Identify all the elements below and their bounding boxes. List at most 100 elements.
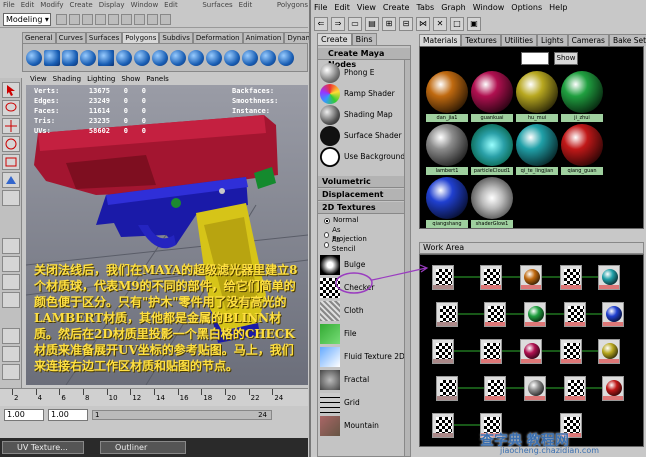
- layout-dopesheet-icon[interactable]: [2, 364, 20, 380]
- graph-io-icon[interactable]: ⋈: [416, 16, 430, 31]
- poly-append-icon[interactable]: [242, 49, 258, 66]
- poly-combine-icon[interactable]: [134, 49, 150, 66]
- poly-sphere-icon[interactable]: [26, 49, 42, 66]
- layout-graph-icon[interactable]: [2, 346, 20, 362]
- range-bar[interactable]: 1 24: [92, 410, 272, 420]
- create-tab-bins[interactable]: Bins: [351, 33, 377, 45]
- hs-menu-file[interactable]: File: [314, 3, 327, 13]
- graph-node[interactable]: [560, 265, 582, 290]
- mat-tab-cameras[interactable]: Cameras: [567, 34, 609, 46]
- hs-menu-create[interactable]: Create: [383, 3, 410, 13]
- radio-button[interactable]: [324, 217, 330, 224]
- poly-bevel-icon[interactable]: [224, 49, 240, 66]
- snap-grid-icon[interactable]: [95, 14, 106, 25]
- frame-selected-icon[interactable]: ▣: [467, 16, 481, 31]
- mat-tab-textures[interactable]: Textures: [461, 34, 501, 46]
- graph-node[interactable]: [480, 339, 502, 364]
- mat-tab-lights[interactable]: Lights: [537, 34, 568, 46]
- graph-output-icon[interactable]: ⊟: [399, 16, 413, 31]
- graph-node[interactable]: [484, 302, 506, 327]
- node-ramp-shader[interactable]: Ramp Shader: [320, 83, 410, 104]
- graph-node[interactable]: [480, 265, 502, 290]
- render-icon[interactable]: [134, 14, 145, 25]
- hs-menu-help[interactable]: Help: [549, 3, 567, 13]
- snap-point-icon[interactable]: [121, 14, 132, 25]
- taskbar-outliner[interactable]: Outliner: [100, 441, 186, 454]
- render-globals-icon[interactable]: [160, 14, 171, 25]
- shelf-tab-curves[interactable]: Curves: [55, 32, 86, 43]
- manipulator-tool-icon[interactable]: [2, 172, 20, 188]
- menu-create[interactable]: Create: [69, 0, 92, 11]
- graph-node[interactable]: [520, 265, 542, 290]
- range-inner-start-field[interactable]: 1.00: [48, 409, 88, 421]
- layout-single-icon[interactable]: [2, 238, 20, 254]
- texture-file[interactable]: File: [320, 323, 410, 344]
- poly-cone-icon[interactable]: [80, 49, 96, 66]
- radio-button[interactable]: [324, 242, 329, 248]
- graph-node[interactable]: [564, 376, 586, 401]
- select-object-icon[interactable]: [69, 14, 80, 25]
- select-hierarchy-icon[interactable]: [56, 14, 67, 25]
- material-swatch-hu-mui[interactable]: [516, 71, 558, 113]
- work-area-graph[interactable]: [419, 254, 644, 447]
- panel-menu-show[interactable]: Show: [121, 74, 140, 84]
- graph-node[interactable]: [484, 376, 506, 401]
- panel-menu-lighting[interactable]: Lighting: [87, 74, 115, 84]
- shelf-tab-deformation[interactable]: Deformation: [192, 32, 243, 43]
- hs-menu-edit[interactable]: Edit: [334, 3, 350, 13]
- section-volumetric[interactable]: Volumetric: [318, 176, 410, 188]
- material-swatch-lambert1[interactable]: [426, 124, 468, 166]
- lasso-tool-icon[interactable]: [2, 100, 20, 116]
- material-swatch-qiangshang[interactable]: [426, 177, 468, 219]
- material-swatch-guankuai[interactable]: [471, 71, 513, 113]
- section-2d-textures[interactable]: 2D Textures: [318, 202, 410, 214]
- hs-menu-graph[interactable]: Graph: [441, 3, 466, 13]
- show-bottom-tabs-icon[interactable]: ▭: [348, 16, 362, 31]
- texture-fractal[interactable]: Fractal: [320, 369, 410, 390]
- panel-menu-view[interactable]: View: [30, 74, 47, 84]
- mode-selector[interactable]: Modeling ▾: [3, 13, 51, 26]
- toggle-create-bar-icon[interactable]: ⇐: [314, 16, 328, 31]
- graph-node[interactable]: [560, 339, 582, 364]
- graph-node[interactable]: [598, 339, 620, 364]
- snap-curve-icon[interactable]: [108, 14, 119, 25]
- last-tool-icon[interactable]: [2, 190, 20, 206]
- material-swatch-qiang-guan[interactable]: [561, 124, 603, 166]
- graph-node[interactable]: [598, 265, 620, 290]
- hs-menu-tabs[interactable]: Tabs: [416, 3, 434, 13]
- panel-menu-shading[interactable]: Shading: [53, 74, 81, 84]
- shelf-tab-polygons[interactable]: Polygons: [122, 32, 160, 43]
- poly-bridge-icon[interactable]: [278, 49, 294, 66]
- poly-cylinder-icon[interactable]: [62, 49, 78, 66]
- graph-node[interactable]: [432, 339, 454, 364]
- node-surface-shader[interactable]: Surface Shader: [320, 125, 410, 146]
- scale-tool-icon[interactable]: [2, 154, 20, 170]
- menu-modify[interactable]: Modify: [40, 0, 63, 11]
- node-use-background[interactable]: Use Background: [320, 146, 410, 167]
- poly-separate-icon[interactable]: [152, 49, 168, 66]
- select-component-icon[interactable]: [82, 14, 93, 25]
- create-maya-nodes-header[interactable]: Create Maya Nodes: [318, 48, 410, 69]
- layout-split-icon[interactable]: [2, 274, 20, 290]
- node-phong-e[interactable]: Phong E: [320, 62, 410, 83]
- range-start-field[interactable]: 1.00: [4, 409, 44, 421]
- hs-menu-options[interactable]: Options: [511, 3, 542, 13]
- shelf-tab-subdivs[interactable]: Subdivs: [159, 32, 193, 43]
- material-swatch-particlecloud1[interactable]: [471, 124, 513, 166]
- material-swatch-ji-zhui[interactable]: [561, 71, 603, 113]
- menu-surfaces[interactable]: Surfaces: [202, 0, 232, 11]
- show-both-tabs-icon[interactable]: ▤: [365, 16, 379, 31]
- material-swatch-qi-te-lingjian[interactable]: [516, 124, 558, 166]
- shelf-tab-general[interactable]: General: [22, 32, 56, 43]
- layout-four-icon[interactable]: [2, 256, 20, 272]
- poly-merge-icon[interactable]: [260, 49, 276, 66]
- panel-menu-panels[interactable]: Panels: [146, 74, 169, 84]
- shelf-tab-surfaces[interactable]: Surfaces: [85, 32, 123, 43]
- poly-extrude-icon[interactable]: [170, 49, 186, 66]
- taskbar-uv-texture[interactable]: UV Texture...: [2, 441, 84, 454]
- menu-edit-nurbs[interactable]: Edit NURBS: [239, 0, 271, 20]
- graph-node[interactable]: [602, 376, 624, 401]
- show-top-tabs-icon[interactable]: ⇒: [331, 16, 345, 31]
- create-tab-create[interactable]: Create: [317, 33, 352, 45]
- poly-plane-icon[interactable]: [98, 49, 114, 66]
